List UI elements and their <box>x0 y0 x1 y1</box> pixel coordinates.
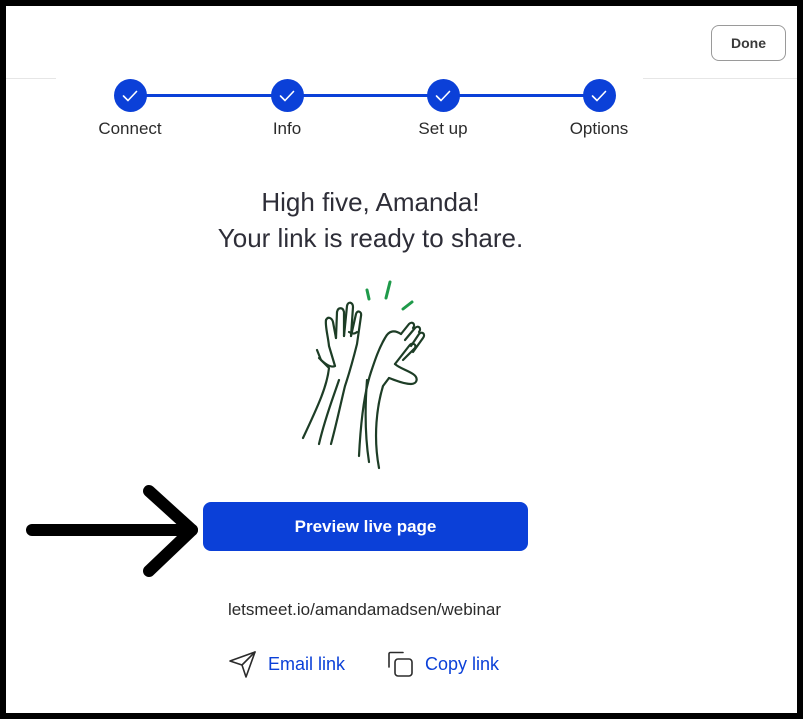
check-icon <box>113 79 147 112</box>
copy-link-action[interactable]: Copy link <box>385 646 499 682</box>
step-label: Connect <box>98 119 162 138</box>
headline-line-2: Your link is ready to share. <box>217 223 524 253</box>
step-set-up: Set up <box>383 79 503 139</box>
arrow-right-icon <box>26 485 198 577</box>
page-title: High five, Amanda! Your link is ready to… <box>6 184 735 256</box>
check-icon <box>582 79 616 112</box>
headline-line-1: High five, Amanda! <box>261 187 480 217</box>
step-options: Options <box>539 79 659 139</box>
dialog: Done Connect Info Set up Options High fi… <box>6 6 797 713</box>
step-label: Set up <box>418 119 468 138</box>
paper-plane-icon <box>229 651 256 678</box>
email-link-label[interactable]: Email link <box>268 654 345 675</box>
copy-link-label[interactable]: Copy link <box>425 654 499 675</box>
progress-stepper: Connect Info Set up Options <box>6 6 797 156</box>
step-connect: Connect <box>70 79 190 139</box>
stepper-line <box>130 94 600 97</box>
step-label: Info <box>272 119 302 138</box>
copy-icon <box>388 651 413 677</box>
share-link-url: letsmeet.io/amandamadsen/webinar <box>227 600 502 619</box>
step-label: Options <box>569 119 629 138</box>
step-info: Info <box>227 79 347 139</box>
email-link-action[interactable]: Email link <box>228 646 345 682</box>
high-five-hands-illustration <box>301 280 426 470</box>
check-icon <box>426 79 460 112</box>
preview-live-page-button[interactable]: Preview live page <box>203 502 528 551</box>
check-icon <box>270 79 304 112</box>
